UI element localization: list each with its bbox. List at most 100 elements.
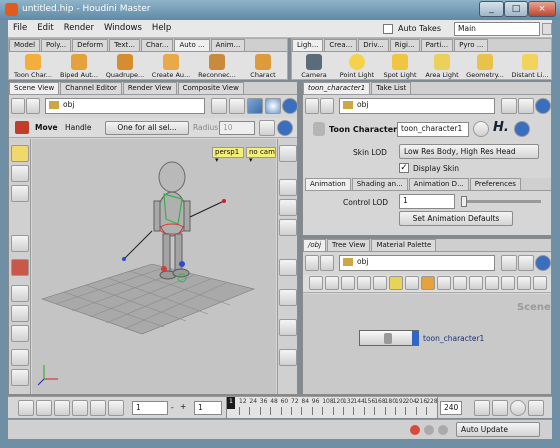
network-tool-icon[interactable] <box>421 276 435 290</box>
status-icon[interactable] <box>424 425 434 435</box>
scale-handle-icon[interactable] <box>11 305 29 322</box>
shelf-tab-deform[interactable]: Deform <box>72 39 109 51</box>
camera-menu[interactable]: persp1 ▾ <box>212 147 244 164</box>
pin-icon[interactable] <box>501 255 517 271</box>
shelf-tab-drive[interactable]: Driv... <box>358 39 389 51</box>
tab-render-view[interactable]: Render View <box>122 82 177 94</box>
node-name-field[interactable]: toon_character1 <box>397 122 469 137</box>
current-frame-marker[interactable]: 1 <box>227 397 235 409</box>
tab-composite-view[interactable]: Composite View <box>177 82 244 94</box>
network-path-field[interactable]: obj <box>339 255 495 271</box>
auto-update-select[interactable]: Auto Update <box>456 422 540 437</box>
status-icon[interactable] <box>438 425 448 435</box>
network-tool-icon[interactable] <box>469 276 483 290</box>
network-editor[interactable]: Scene toon_character1 <box>303 294 551 394</box>
network-tool-icon[interactable] <box>373 276 387 290</box>
subtab-animation-d[interactable]: Animation D... <box>408 178 469 190</box>
desktop-select[interactable]: Main <box>454 22 540 36</box>
go-to-end-icon[interactable] <box>108 400 124 416</box>
shelf-tab-particles[interactable]: Parti... <box>420 39 454 51</box>
lock-camera-icon[interactable] <box>279 145 297 162</box>
shelf-tab-texture[interactable]: Text... <box>109 39 140 51</box>
settings-icon[interactable] <box>528 400 544 416</box>
pointer-icon[interactable] <box>11 235 29 252</box>
menu-render[interactable]: Render <box>59 20 99 36</box>
shelf-tool-spot-light[interactable]: Spot Light <box>380 52 420 79</box>
play-backward-icon[interactable] <box>54 400 70 416</box>
select-object-icon[interactable] <box>11 165 29 182</box>
tab-take-list[interactable]: Take List <box>371 82 412 94</box>
display-skin-checkbox[interactable]: ✓ <box>399 163 409 173</box>
handle-options-icon[interactable] <box>259 120 275 136</box>
network-tool-icon[interactable] <box>437 276 451 290</box>
gear-icon[interactable] <box>473 121 489 137</box>
tab-tree-view[interactable]: Tree View <box>327 239 371 251</box>
subtab-shading[interactable]: Shading an... <box>351 178 408 190</box>
network-tool-icon[interactable] <box>517 276 531 290</box>
step-back-icon[interactable] <box>36 400 52 416</box>
subtab-preferences[interactable]: Preferences <box>469 178 521 190</box>
network-tool-icon[interactable] <box>485 276 499 290</box>
shelf-tool-character[interactable]: Charact <box>241 52 285 79</box>
timeline-ruler[interactable]: 1 12 24 36 48 60 72 84 96 108 120 132 144 156 168 180 1… <box>226 397 438 418</box>
tab-scene-view[interactable]: Scene View <box>9 82 60 94</box>
param-path-field[interactable]: obj <box>339 98 495 114</box>
select-arrow-icon[interactable] <box>11 145 29 162</box>
slider-handle[interactable] <box>461 196 467 207</box>
shelf-tool-quadruped[interactable]: Quadrupe... <box>103 52 147 79</box>
scene-path-field[interactable]: obj <box>45 98 205 114</box>
shelf-tab-create[interactable]: Crea... <box>324 39 358 51</box>
shelf-tab-rigid[interactable]: Rigi... <box>389 39 420 51</box>
tab-material-palette[interactable]: Material Palette <box>371 239 437 251</box>
shading-icon[interactable] <box>265 98 281 114</box>
current-frame-field[interactable]: 1 <box>132 401 168 415</box>
toon-character-node[interactable] <box>359 330 419 346</box>
ghost-icon[interactable] <box>279 259 297 276</box>
template-icon[interactable] <box>279 289 297 306</box>
rotate-handle-icon[interactable] <box>11 285 29 302</box>
cam-menu[interactable]: no cam ▾ <box>246 147 276 164</box>
end-frame-field[interactable]: 240 <box>440 401 462 415</box>
stop-icon[interactable] <box>72 400 88 416</box>
frame-increment-button[interactable]: + <box>180 402 186 411</box>
display-points-icon[interactable] <box>279 199 297 216</box>
shelf-tool-biped[interactable]: Biped Aut... <box>57 52 101 79</box>
link-icon[interactable] <box>518 98 534 114</box>
shelf-tool-area-light[interactable]: Area Light <box>422 52 462 79</box>
shelf-tab-characters[interactable]: Char... <box>140 39 174 51</box>
geometry-cube-icon[interactable] <box>247 98 263 114</box>
wireframe-icon[interactable] <box>279 349 297 366</box>
param-help-icon[interactable] <box>514 121 530 137</box>
shelf-tool-point-light[interactable]: Point Light <box>336 52 378 79</box>
shelf-tool-create-autorig[interactable]: Create Au... <box>149 52 193 79</box>
network-tool-icon[interactable] <box>533 276 547 290</box>
forward-arrow-icon[interactable] <box>320 98 334 114</box>
control-lod-slider[interactable] <box>461 196 541 207</box>
network-tool-icon[interactable] <box>453 276 467 290</box>
paint-icon[interactable] <box>11 369 29 386</box>
select-group-icon[interactable] <box>11 185 29 202</box>
shelf-tool-geometry-light[interactable]: Geometry... <box>464 52 506 79</box>
start-frame-field[interactable]: 1 <box>194 401 222 415</box>
tab-toon-character1[interactable]: toon_character1 <box>303 82 371 94</box>
stop-render-icon[interactable] <box>410 425 420 435</box>
3d-viewport[interactable]: persp1 ▾ no cam ▾ <box>32 139 276 394</box>
minimize-button[interactable]: _ <box>479 1 504 17</box>
shelf-tab-animation[interactable]: Anim... <box>210 39 246 51</box>
shelf-tool-camera[interactable]: Camera <box>294 52 334 79</box>
move-handle-icon[interactable] <box>11 259 29 276</box>
pin-icon[interactable] <box>501 98 517 114</box>
menu-file[interactable]: File <box>8 20 32 36</box>
desktop-menu-icon[interactable] <box>542 23 552 35</box>
frame-decrement-button[interactable]: - <box>171 403 174 412</box>
control-lod-field[interactable]: 1 <box>399 194 455 209</box>
pin-icon[interactable] <box>211 98 227 114</box>
skin-lod-select[interactable]: Low Res Body, High Res Head <box>399 144 539 159</box>
forward-arrow-icon[interactable] <box>26 98 40 114</box>
display-options-icon[interactable] <box>229 98 245 114</box>
snapping-icon[interactable] <box>279 219 297 236</box>
display-normals-icon[interactable] <box>279 179 297 196</box>
back-arrow-icon[interactable] <box>11 98 25 114</box>
network-tool-icon[interactable] <box>325 276 339 290</box>
network-tool-icon[interactable] <box>405 276 419 290</box>
